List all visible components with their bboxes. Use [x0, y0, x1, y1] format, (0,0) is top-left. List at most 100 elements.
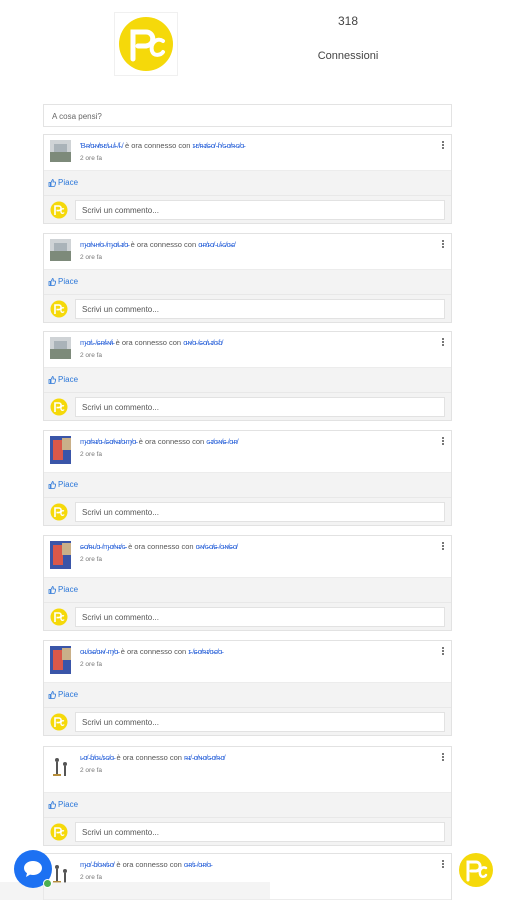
card-headline: ɱ̴ɑ̸ʟ̴ ̸ɕ̴ʀ̸ɨ̴ɴ̸ɨ̴ è ora connesso con ɑ̴…: [80, 338, 223, 347]
more-options-icon[interactable]: [442, 141, 445, 151]
feed-card: ɱ̴ɑ̸ʀ̴ɪ̸ɑ̴ ̸ɕ̴ɑ̸ɴ̴ɪ̸ɑ̴ɱ̸ɑ̴ è ora conness…: [43, 430, 452, 526]
like-label: Piace: [58, 375, 79, 384]
card-headline: ɱ̴ɑ̸ɴ̴ʜ̸ɑ̴ ̸ɱ̴ɑ̸ʟ̴ɪ̸ɑ̴ è ora connesso co…: [80, 240, 235, 249]
connector-text: è ora connesso con: [124, 141, 191, 150]
card-headline: ʟ̴ɑ̸ ̴ɓ̸ɑ̴ʟ̸ɪ̴ɢ̸ɑ̴ è ora connesso con ʀ̴…: [80, 753, 225, 762]
comment-input[interactable]: Scrivi un commento...: [75, 502, 445, 522]
brand-logo-icon: [50, 823, 68, 841]
target-user-link[interactable]: ɑ̴ʀ̸ɪ̴ ̸ɑ̴ʀ̸ɑ̴: [184, 860, 212, 869]
connections-label: Connessioni: [317, 50, 379, 62]
profile-header: 318 Connessioni: [0, 0, 506, 95]
post-time: 2 ore fa: [80, 352, 103, 359]
comment-input[interactable]: Scrivi un commento...: [75, 607, 445, 627]
chat-bubble-icon: [24, 861, 42, 877]
target-user-link[interactable]: ɑ̴ɴ̸ɑ̴ ̸ɕ̴ɑ̸ʟ̴ɪ̸ɑ̴ɓ̸: [183, 338, 223, 347]
brand-logo-icon: [119, 17, 173, 71]
like-button[interactable]: Piace: [48, 690, 78, 699]
like-label: Piace: [58, 178, 79, 187]
thumbs-up-icon: [48, 690, 56, 699]
avatar[interactable]: [50, 646, 71, 674]
avatar[interactable]: [50, 337, 71, 359]
more-options-icon[interactable]: [442, 437, 445, 447]
user-link[interactable]: ʟ̴ɑ̸ ̴ɓ̸ɑ̴ʟ̸ɪ̴ɢ̸ɑ̴: [80, 753, 114, 762]
thumbs-up-icon: [48, 375, 56, 384]
card-headline: ɑ̴ʟ̸ɑ̴ɕ̸ɑ̴ɴ̸ ̴ɱ̸ɑ̴ è ora connesso con ɪ̴…: [80, 647, 223, 656]
like-button[interactable]: Piace: [48, 800, 78, 809]
like-label: Piace: [58, 480, 79, 489]
user-link[interactable]: ɱ̴ɑ̸ɴ̴ʜ̸ɑ̴ ̸ɱ̴ɑ̸ʟ̴ɪ̸ɑ̴: [80, 240, 129, 249]
like-button[interactable]: Piace: [48, 277, 78, 286]
user-link[interactable]: ɱ̴ɑ̸ ̴ɓ̸ɑ̴ɴ̸ɪ̴ɑ̸: [80, 860, 114, 869]
target-user-link[interactable]: ʀ̴ɪ̸ ̴ɑ̸ɴ̴ɑ̸ɢ̴ɑ̸ʀ̴ɑ̸: [184, 753, 225, 762]
brand-logo-icon: [50, 300, 68, 318]
user-link[interactable]: ɱ̴ɑ̸ʀ̴ɪ̸ɑ̴ ̸ɕ̴ɑ̸ɴ̴ɪ̸ɑ̴ɱ̸ɑ̴: [80, 437, 137, 446]
brand-logo-icon: [50, 201, 68, 219]
like-button[interactable]: Piace: [48, 585, 78, 594]
post-time: 2 ore fa: [80, 155, 103, 162]
avatar[interactable]: [50, 436, 71, 464]
user-link[interactable]: ɱ̴ɑ̸ʟ̴ ̸ɕ̴ʀ̸ɨ̴ɴ̸ɨ̴: [80, 338, 114, 347]
like-button[interactable]: Piace: [48, 178, 78, 187]
feed-card: ɱ̴ɑ̸ɴ̴ʜ̸ɑ̴ ̸ɱ̴ɑ̸ʟ̴ɪ̸ɑ̴ è ora connesso co…: [43, 233, 452, 323]
more-options-icon[interactable]: [442, 753, 445, 763]
connector-text: è ora connesso con: [120, 647, 187, 656]
more-options-icon[interactable]: [442, 542, 445, 552]
card-headline: ɕ̴ɑ̸ʀ̴ʟ̸ɑ̴ ̸ɱ̴ɑ̸ɴ̴ɪ̸ɢ̴ è ora connesso co…: [80, 542, 237, 551]
comment-input[interactable]: Scrivi un commento...: [75, 200, 445, 220]
comment-input[interactable]: Scrivi un commento...: [75, 299, 445, 319]
more-options-icon[interactable]: [442, 240, 445, 250]
connector-text: è ora connesso con: [116, 860, 182, 869]
feed-card: ɱ̴ɑ̸ʟ̴ ̸ɕ̴ʀ̸ɨ̴ɴ̸ɨ̴ è ora connesso con ɑ̴…: [43, 331, 452, 421]
card-headline: Ɓ̴ʀ̸ɑ̴ɴ̸ʙ̴ᴇ̸ʟ̴ʟ̸ɨ̴ ̸ſ̴.̸ è ora connesso …: [80, 141, 244, 150]
post-time: 2 ore fa: [80, 767, 103, 774]
target-user-link[interactable]: ɪ̴ ̸ɕ̴ɑ̸ʀ̴ɪ̸ɑ̴ɕ̸ɑ̴: [188, 647, 222, 656]
comment-input[interactable]: Scrivi un commento...: [75, 822, 445, 842]
post-time: 2 ore fa: [80, 451, 103, 458]
target-user-link[interactable]: ɑ̴ɴ̸ɢ̴ɑ̸ɕ̴ ̸ɑ̴ɴ̸ɕ̴ɑ̸: [196, 542, 238, 551]
like-button[interactable]: Piace: [48, 480, 78, 489]
target-user-link[interactable]: ɢ̴ɪ̸ɑ̴ɴ̸ɕ̴ ̸ɑ̴ʀ̸: [206, 437, 238, 446]
feed-card: ʟ̴ɑ̸ ̴ɓ̸ɑ̴ʟ̸ɪ̴ɢ̸ɑ̴ è ora connesso con ʀ̴…: [43, 746, 452, 846]
connections-stat[interactable]: 318 Connessioni: [300, 14, 396, 62]
like-label: Piace: [58, 690, 79, 699]
user-link[interactable]: Ɓ̴ʀ̸ɑ̴ɴ̸ʙ̴ᴇ̸ʟ̴ʟ̸ɨ̴ ̸ſ̴.̸: [80, 141, 123, 150]
connector-text: è ora connesso con: [115, 338, 182, 347]
post-time: 2 ore fa: [80, 874, 103, 881]
feed-card: ɑ̴ʟ̸ɑ̴ɕ̸ɑ̴ɴ̸ ̴ɱ̸ɑ̴ è ora connesso con ɪ̴…: [43, 640, 452, 736]
thumbs-up-icon: [48, 480, 56, 489]
brand-logo-icon[interactable]: [458, 852, 494, 888]
more-options-icon[interactable]: [442, 860, 445, 870]
connections-count: 318: [337, 14, 359, 28]
post-time: 2 ore fa: [80, 254, 103, 261]
like-button[interactable]: Piace: [48, 375, 78, 384]
like-label: Piace: [58, 800, 79, 809]
user-link[interactable]: ɕ̴ɑ̸ʀ̴ʟ̸ɑ̴ ̸ɱ̴ɑ̸ɴ̴ɪ̸ɢ̴: [80, 542, 126, 551]
card-headline: ɱ̴ɑ̸ ̴ɓ̸ɑ̴ɴ̸ɪ̴ɑ̸ è ora connesso con ɑ̴ʀ̸…: [80, 860, 211, 869]
target-user-link[interactable]: ɑ̴ʀ̸ɪ̴ɑ̸ ̴ʟ̸ɨ̴ɢ̸ɑ̴ɕ̸: [198, 240, 235, 249]
connector-text: è ora connesso con: [116, 753, 182, 762]
brand-logo-icon: [50, 503, 68, 521]
feed-card: Ɓ̴ʀ̸ɑ̴ɴ̸ʙ̴ᴇ̸ʟ̴ʟ̸ɨ̴ ̸ſ̴.̸ è ora connesso …: [43, 134, 452, 224]
connector-text: è ora connesso con: [128, 542, 194, 551]
brand-logo-icon: [50, 398, 68, 416]
thumbs-up-icon: [48, 178, 56, 187]
connector-text: è ora connesso con: [130, 240, 197, 249]
user-link[interactable]: ɑ̴ʟ̸ɑ̴ɕ̸ɑ̴ɴ̸ ̴ɱ̸ɑ̴: [80, 647, 119, 656]
thumbs-up-icon: [48, 277, 56, 286]
post-composer-input[interactable]: A cosa pensi?: [43, 104, 452, 127]
comment-input[interactable]: Scrivi un commento...: [75, 712, 445, 732]
online-status-dot: [43, 879, 52, 888]
more-options-icon[interactable]: [442, 647, 445, 657]
comment-input[interactable]: Scrivi un commento...: [75, 397, 445, 417]
avatar[interactable]: [50, 541, 71, 569]
connector-text: è ora connesso con: [138, 437, 205, 446]
avatar[interactable]: [50, 239, 71, 261]
like-label: Piace: [58, 277, 79, 286]
more-options-icon[interactable]: [442, 338, 445, 348]
thumbs-up-icon: [48, 800, 56, 809]
brand-logo-icon: [50, 713, 68, 731]
profile-logo[interactable]: [114, 12, 178, 76]
avatar[interactable]: [50, 752, 71, 782]
target-user-link[interactable]: ɪ̴ᴇ̸ʀ̴ɪ̸ɕ̴ɑ̸ ̴ɦ̸ɢ̴ɑ̸ʀ̴ɢ̸ɑ̴: [193, 141, 245, 150]
avatar[interactable]: [50, 140, 71, 162]
